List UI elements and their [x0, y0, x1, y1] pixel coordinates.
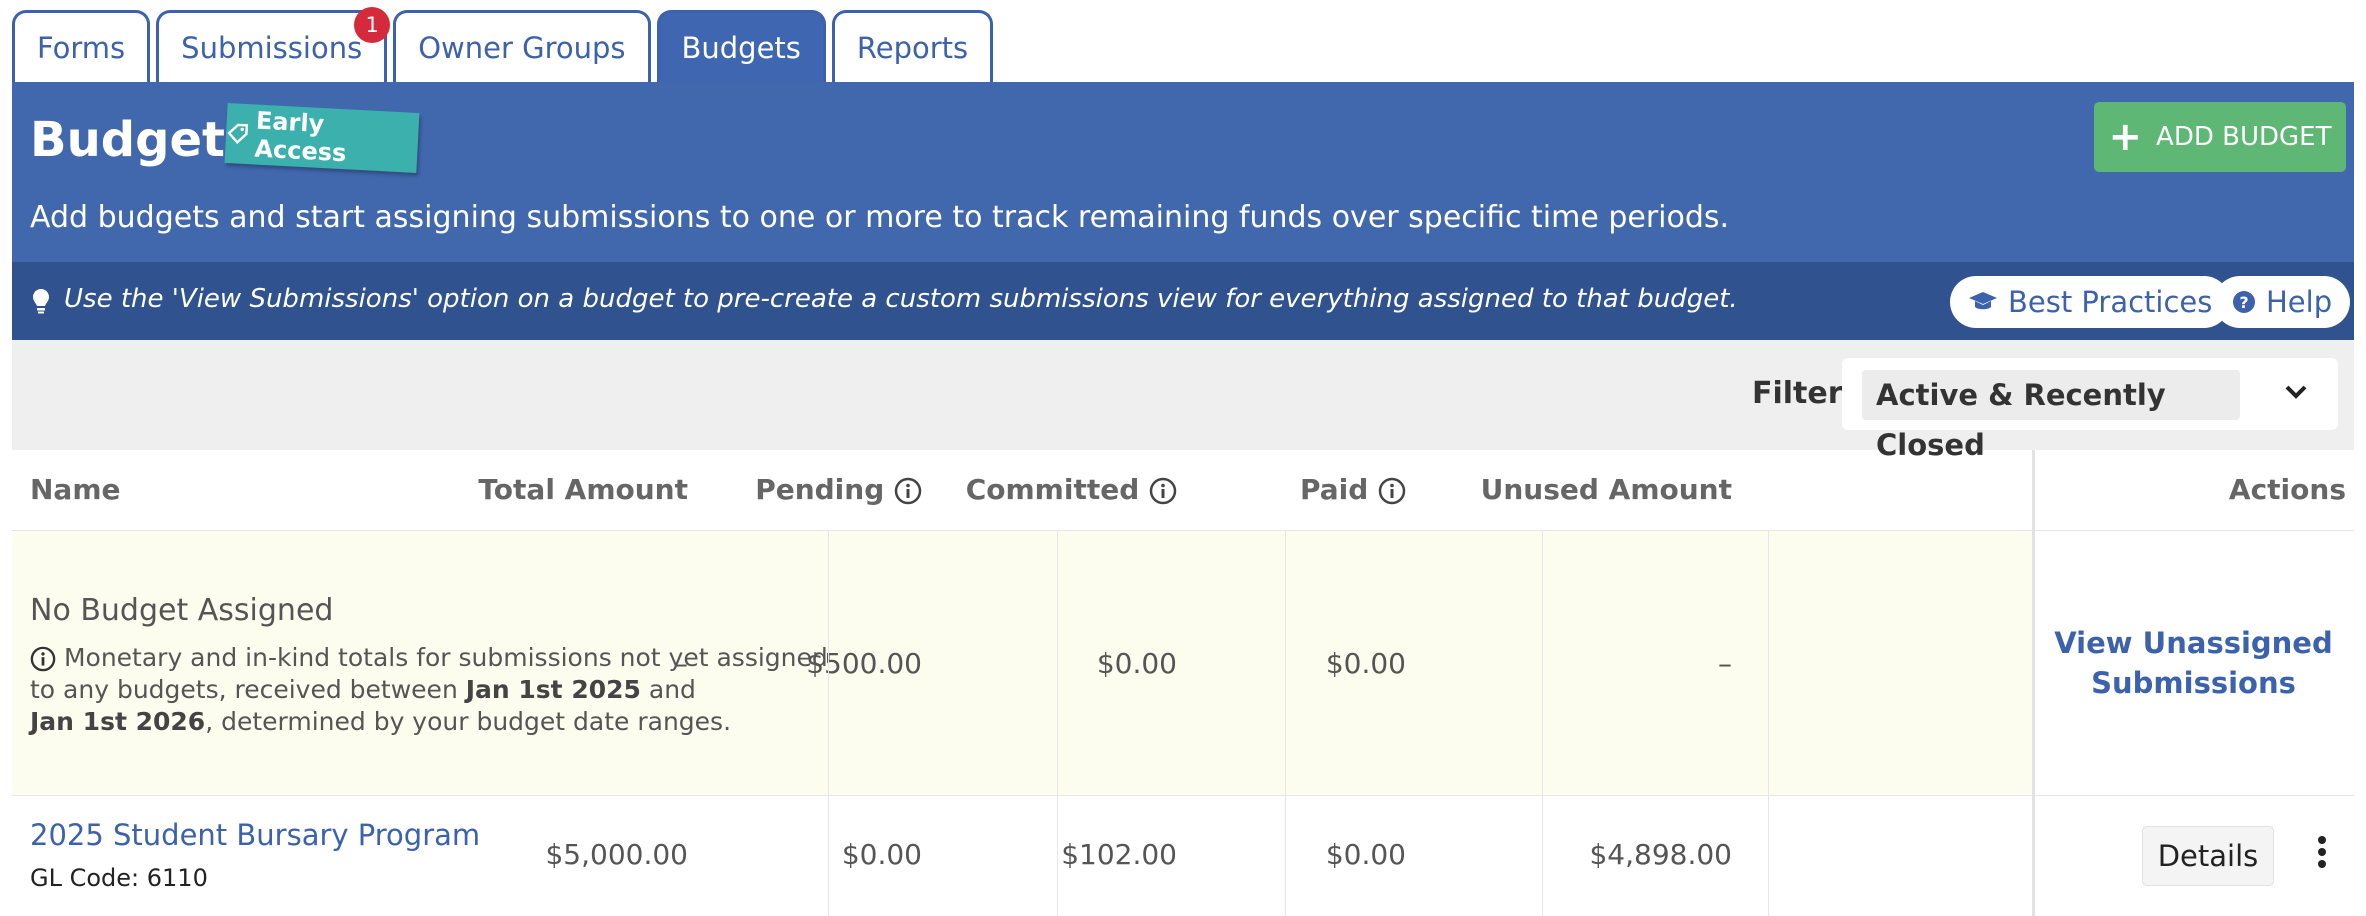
best-practices-button[interactable]: Best Practices	[1950, 276, 2231, 328]
tab-forms[interactable]: Forms	[12, 10, 151, 82]
tab-reports[interactable]: Reports	[831, 10, 994, 82]
tab-owner-groups[interactable]: Owner Groups	[393, 10, 651, 82]
filter-label: Filter	[1752, 376, 1843, 411]
column-divider	[1768, 530, 1769, 916]
column-header-actions: Actions	[2228, 473, 2346, 506]
info-icon[interactable]	[1149, 477, 1177, 505]
plus-icon: +	[2108, 114, 2143, 160]
budget-pending: $0.00	[841, 838, 922, 871]
view-unassigned-submissions-link[interactable]: View Unassigned Submissions	[2033, 623, 2354, 703]
unassigned-desc-line-2: to any budgets, received between Jan 1st…	[30, 675, 696, 704]
filter-bar: Filter Active & Recently Closed	[12, 340, 2354, 462]
column-header-total: Total Amount	[478, 473, 688, 506]
budget-total: $5,000.00	[545, 838, 688, 871]
link-line-1: View Unassigned	[2054, 626, 2333, 660]
filter-select[interactable]: Active & Recently Closed	[1842, 358, 2338, 462]
unassigned-desc-line-1: Monetary and in-kind totals for submissi…	[30, 643, 828, 672]
unassigned-committed: $0.00	[1096, 647, 1177, 680]
column-header-committed: Committed	[966, 450, 1177, 530]
budget-committed: $102.00	[1061, 838, 1177, 871]
tab-label: Owner Groups	[418, 30, 626, 65]
tab-submissions[interactable]: Submissions 1	[156, 7, 391, 82]
tip-bar: Use the 'View Submissions' option on a b…	[12, 262, 2354, 340]
best-practices-label: Best Practices	[2008, 285, 2213, 319]
link-line-2: Submissions	[2091, 666, 2296, 700]
tip-text: Use the 'View Submissions' option on a b…	[64, 284, 1738, 314]
column-header-paid-label: Paid	[1299, 473, 1369, 506]
question-circle-icon: ?	[2233, 291, 2255, 313]
budget-paid: $0.00	[1325, 838, 1406, 871]
start-date: Jan 1st 2025	[465, 675, 641, 704]
actions-column-divider	[2032, 450, 2035, 916]
table-row-unassigned: No Budget Assigned Monetary and in-kind …	[12, 530, 2354, 796]
unassigned-desc-line-3: Jan 1st 2026, determined by your budget …	[30, 707, 731, 736]
column-divider	[1542, 530, 1543, 916]
tab-label: Submissions	[181, 30, 363, 65]
lightbulb-icon	[33, 289, 49, 314]
column-header-unused: Unused Amount	[1480, 473, 1732, 506]
actions-cell: View Unassigned Submissions	[2033, 531, 2354, 795]
unassigned-title: No Budget Assigned	[30, 593, 334, 628]
page-header: Budgets Early Access + ADD BUDGET Add bu…	[12, 82, 2354, 262]
add-budget-button[interactable]: + ADD BUDGET	[2094, 102, 2346, 172]
info-icon[interactable]	[894, 477, 922, 505]
column-header-committed-label: Committed	[965, 473, 1140, 506]
unassigned-pending: $500.00	[806, 647, 922, 680]
column-header-pending-label: Pending	[755, 473, 885, 506]
page-description: Add budgets and start assigning submissi…	[30, 200, 1730, 235]
gl-code: GL Code: 6110	[30, 864, 208, 892]
end-date: Jan 1st 2026	[30, 707, 206, 736]
more-options-icon[interactable]	[2318, 832, 2328, 872]
tab-label: Forms	[37, 30, 126, 65]
budget-name-link[interactable]: 2025 Student Bursary Program	[30, 818, 480, 852]
unassigned-paid: $0.00	[1325, 647, 1406, 680]
help-label: Help	[2266, 285, 2333, 319]
info-icon	[30, 646, 56, 672]
chevron-down-icon	[2285, 385, 2307, 399]
desc-text: to any budgets, received between	[30, 675, 466, 704]
unassigned-unused: –	[1718, 647, 1732, 680]
tab-label: Reports	[856, 30, 969, 65]
tab-label: Budgets	[681, 30, 801, 65]
svg-text:?: ?	[2239, 293, 2248, 312]
early-access-badge: Early Access	[224, 103, 420, 173]
budget-unused: $4,898.00	[1589, 838, 1732, 871]
tab-budgets[interactable]: Budgets	[656, 10, 826, 82]
notification-badge: 1	[354, 7, 391, 43]
table-row-budget: 2025 Student Bursary Program GL Code: 61…	[12, 796, 2354, 916]
tag-icon	[227, 123, 249, 144]
column-divider	[828, 530, 829, 916]
column-header-pending: Pending	[755, 450, 922, 530]
column-divider	[1057, 530, 1058, 916]
help-button[interactable]: ? Help	[2214, 276, 2351, 328]
info-icon[interactable]	[1378, 477, 1406, 505]
early-access-label: Early Access	[253, 106, 348, 168]
unassigned-total: –	[674, 647, 688, 680]
column-divider	[1285, 530, 1286, 916]
desc-text: , determined by your budget date ranges.	[205, 707, 732, 736]
details-button[interactable]: Details	[2142, 826, 2274, 886]
column-header-paid: Paid	[1300, 450, 1406, 530]
graduation-cap-icon	[1969, 292, 1997, 310]
unassigned-desc-text-1: Monetary and in-kind totals for submissi…	[63, 643, 828, 672]
column-header-name: Name	[30, 473, 121, 506]
tab-bar: Forms Submissions 1 Owner Groups Budgets…	[12, 7, 994, 82]
page-title: Budgets	[30, 112, 254, 168]
add-budget-label: ADD BUDGET	[2156, 122, 2332, 152]
filter-value: Active & Recently Closed	[1862, 370, 2240, 462]
